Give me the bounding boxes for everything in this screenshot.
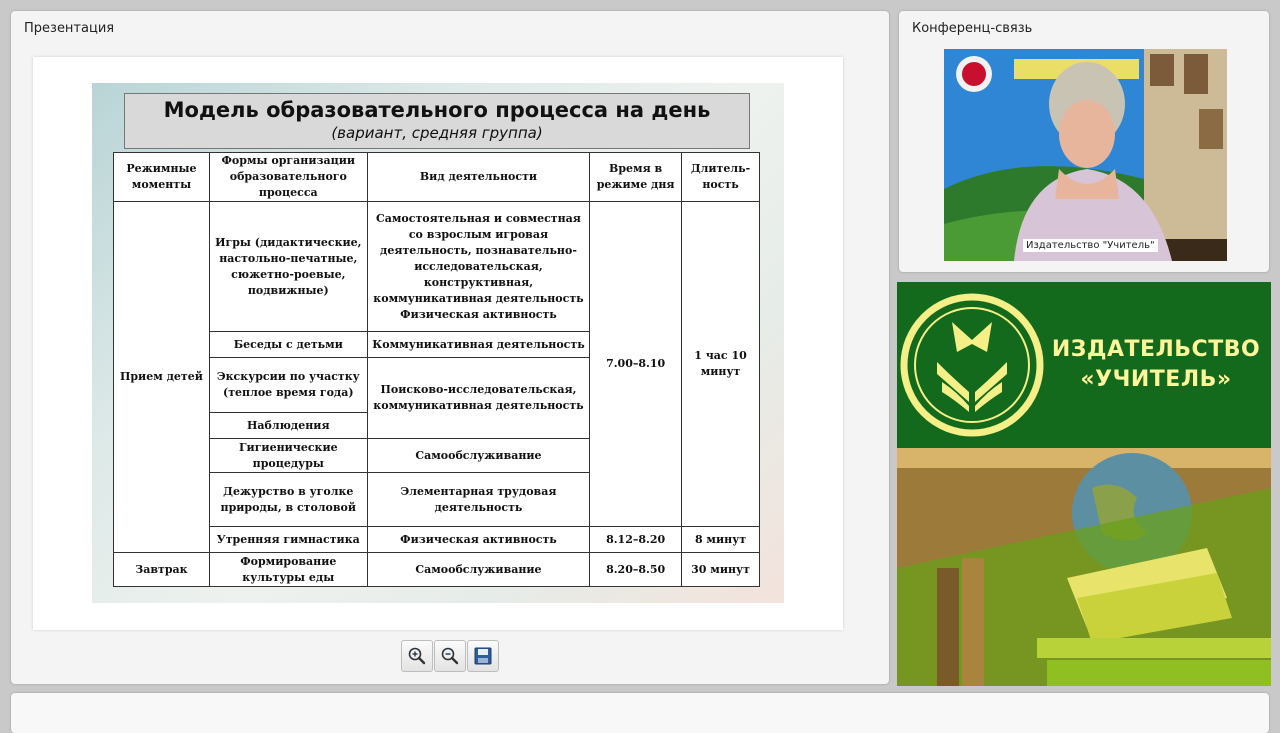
- slide: Модель образовательного процесса на день…: [92, 83, 784, 603]
- table-row: Утренняя гимнастика Физическая активност…: [114, 526, 760, 553]
- table-header-row: Режимные моменты Формы организации образ…: [113, 152, 760, 202]
- presentation-panel: Презентация Модель образовательного проц…: [11, 11, 889, 684]
- books-globe-image: [897, 448, 1271, 686]
- table-cell: 7.00–8.10: [589, 201, 683, 527]
- header-cell: Время в режиме дня: [589, 152, 683, 202]
- table-cell: Формирование культуры еды: [208, 552, 368, 587]
- table-cell: Поисково-исследовательская, коммуникатив…: [366, 357, 591, 439]
- table-row: Завтрак Формирование культуры еды Самооб…: [113, 552, 760, 587]
- decorative-photo: [897, 448, 1271, 686]
- table-cell: Самообслуживание: [366, 438, 591, 473]
- table-cell: Утренняя гимнастика: [208, 526, 368, 553]
- schedule-table: Режимные моменты Формы организации образ…: [113, 152, 760, 587]
- table-cell: Дежурство в уголке природы, в столовой: [208, 472, 368, 527]
- table-cell: 8.20–8.50: [589, 552, 683, 587]
- video-caption: Издательство "Учитель": [1023, 239, 1158, 252]
- publisher-logo-icon: [900, 293, 1044, 437]
- save-icon: [474, 647, 492, 665]
- table-cell: Прием детей: [113, 201, 210, 553]
- zoom-out-button[interactable]: [434, 640, 466, 672]
- zoom-in-button[interactable]: [401, 640, 433, 672]
- publisher-name-line2: «УЧИТЕЛЬ»: [1080, 367, 1232, 392]
- slide-title: Модель образовательного процесса на день: [163, 98, 711, 122]
- table-cell: Экскурсии по участку (теплое время года): [208, 357, 368, 413]
- conference-panel-title: Конференц-связь: [912, 21, 1033, 36]
- table-cell: Коммуникативная деятельность: [366, 331, 591, 358]
- table-cell: Самостоятельная и совместная со взрослым…: [366, 201, 591, 332]
- header-cell: Длитель-ность: [681, 152, 760, 202]
- table-cell: Игры (дидактические, настольно-печатные,…: [208, 201, 368, 332]
- publisher-name-line1: ИЗДАТЕЛЬСТВО: [1051, 337, 1261, 362]
- slide-subtitle: (вариант, средняя группа): [331, 124, 543, 142]
- table-cell: 1 час 10 минут: [681, 201, 760, 527]
- table-cell: 30 минут: [681, 552, 760, 587]
- table-cell: Завтрак: [113, 552, 210, 587]
- zoom-out-icon: [441, 647, 459, 665]
- presentation-panel-title: Презентация: [24, 21, 115, 36]
- table-cell: Элементарная трудовая деятельность: [366, 472, 591, 527]
- video-feed[interactable]: Издательство "Учитель": [944, 49, 1227, 261]
- header-cell: Вид деятельности: [366, 152, 591, 202]
- zoom-in-icon: [408, 647, 426, 665]
- slide-viewer[interactable]: Модель образовательного процесса на день…: [33, 57, 843, 630]
- table-cell: Физическая активность: [366, 526, 591, 553]
- bottom-panel: [11, 693, 1269, 733]
- slide-title-box: Модель образовательного процесса на день…: [124, 93, 750, 149]
- publisher-banner: ИЗДАТЕЛЬСТВО «УЧИТЕЛЬ»: [897, 282, 1271, 448]
- save-button[interactable]: [467, 640, 499, 672]
- conference-panel: Конференц-связь Издательство "Учитель": [899, 11, 1269, 272]
- header-cell: Режимные моменты: [113, 152, 210, 202]
- table-cell: 8 минут: [681, 526, 760, 553]
- video-scene: [944, 49, 1227, 261]
- table-row: Прием детей Игры (дидактические, настоль…: [113, 201, 760, 553]
- table-cell: Наблюдения: [208, 412, 368, 439]
- table-cell: 8.12–8.20: [589, 526, 683, 553]
- table-cell: Гигиенические процедуры: [208, 438, 368, 473]
- table-cell: Самообслуживание: [366, 552, 591, 587]
- table-cell: Беседы с детьми: [208, 331, 368, 358]
- header-cell: Формы организации образовательного проце…: [208, 152, 368, 202]
